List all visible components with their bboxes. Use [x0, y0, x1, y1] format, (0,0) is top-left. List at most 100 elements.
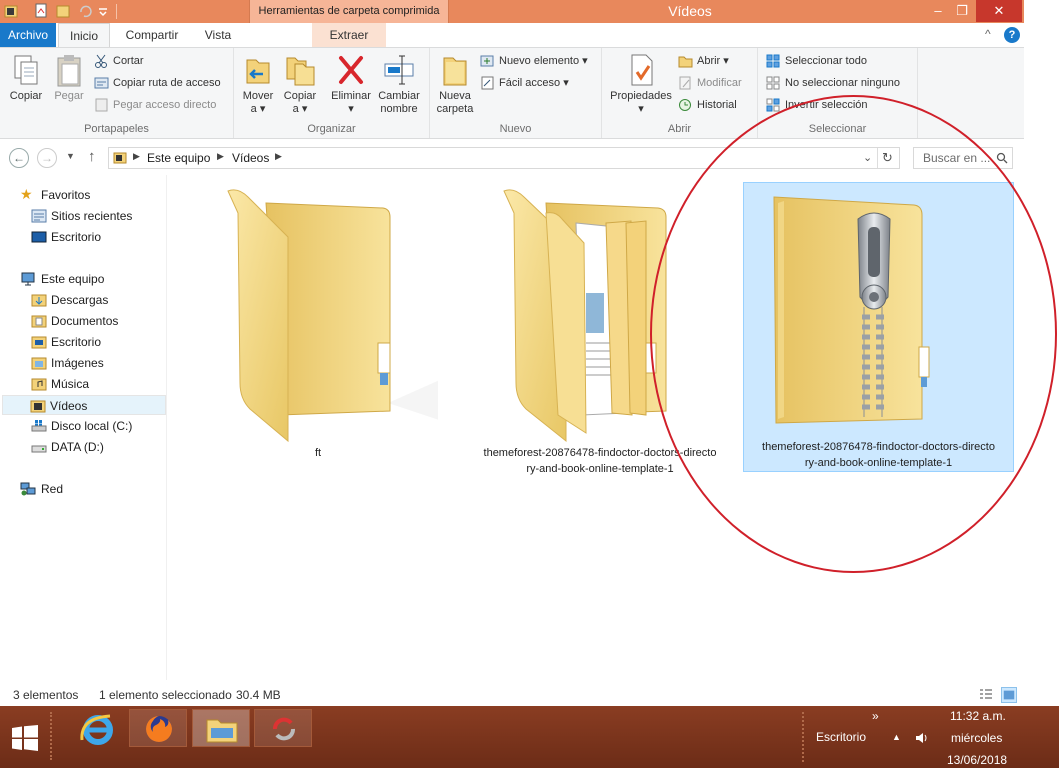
- new-folder-icon[interactable]: [56, 3, 70, 19]
- copy-button[interactable]: Copiar: [6, 52, 46, 103]
- select-group: Seleccionar todo No seleccionar ninguno …: [758, 48, 918, 138]
- invert-selection-button[interactable]: Invertir selección: [766, 96, 868, 114]
- easy-access-button[interactable]: Fácil acceso ▾: [480, 74, 569, 92]
- new-folder-label: Nueva: [439, 90, 471, 102]
- properties-icon[interactable]: [34, 3, 48, 19]
- breadcrumb-videos[interactable]: Vídeos: [232, 151, 269, 165]
- nav-network[interactable]: Red: [2, 479, 166, 499]
- up-arrow-icon[interactable]: ↑: [88, 148, 96, 165]
- delete-button[interactable]: Eliminar ▾: [330, 52, 372, 116]
- move-to-button[interactable]: Mover a ▾: [240, 52, 276, 116]
- firefox-button[interactable]: [129, 709, 187, 747]
- tray-overflow-icon[interactable]: ▲: [892, 732, 901, 742]
- tab-home[interactable]: Inicio: [58, 23, 110, 47]
- new-folder-icon: [443, 57, 467, 86]
- back-button[interactable]: ←: [9, 148, 29, 168]
- volume-icon[interactable]: [914, 730, 930, 746]
- history-button[interactable]: Historial: [678, 96, 737, 114]
- customize-qat-icon[interactable]: [96, 3, 110, 19]
- move-to-label-2: a: [250, 103, 257, 115]
- clock-day[interactable]: miércoles: [951, 731, 1002, 745]
- nav-data-disk[interactable]: DATA (D:): [2, 437, 166, 457]
- nav-favorites[interactable]: ★ Favoritos: [2, 185, 166, 205]
- nav-local-disk[interactable]: Disco local (C:): [2, 416, 166, 436]
- forward-button[interactable]: →: [37, 148, 57, 168]
- tab-file[interactable]: Archivo: [0, 23, 56, 47]
- search-input[interactable]: Buscar en ...: [913, 147, 1013, 169]
- address-bar[interactable]: ▶ Este equipo ▶ Vídeos ▶ ⌄ ↻: [108, 147, 900, 169]
- context-tab-label: Herramientas de carpeta comprimida: [249, 0, 449, 23]
- tray-gripper: [802, 712, 806, 762]
- maximize-button[interactable]: ❐: [950, 0, 974, 22]
- clipboard-group: Copiar Pegar Cortar Copiar ruta de acces…: [0, 48, 234, 138]
- nav-downloads[interactable]: Descargas: [2, 290, 166, 310]
- minimize-button[interactable]: –: [926, 0, 950, 22]
- file-item-selected[interactable]: themeforest-20876478-findoctor-doctors-d…: [743, 182, 1014, 472]
- nav-pictures[interactable]: Imágenes: [2, 353, 166, 373]
- nav-videos[interactable]: Vídeos: [2, 395, 166, 415]
- documents-folder-icon: [31, 315, 47, 328]
- copy-path-label: Copiar ruta de acceso: [113, 77, 221, 89]
- open-group-label: Abrir: [667, 123, 692, 135]
- new-group-label: Nuevo: [499, 123, 532, 135]
- search-icon: [996, 152, 1008, 164]
- desktop-folder-icon: [31, 336, 47, 349]
- rename-button[interactable]: Cambiar nombre: [376, 52, 422, 116]
- undo-icon[interactable]: [78, 3, 92, 19]
- nav-music-label: Música: [51, 377, 90, 391]
- nav-this-pc[interactable]: Este equipo: [2, 269, 166, 289]
- collapse-ribbon-icon[interactable]: ^: [985, 27, 991, 41]
- paste-button[interactable]: Pegar: [50, 52, 88, 103]
- zip-folder-icon: [773, 196, 930, 424]
- edit-button[interactable]: Modificar: [678, 74, 742, 92]
- copy-path-button[interactable]: Copiar ruta de acceso: [94, 74, 221, 92]
- toolbar-chevron[interactable]: »: [872, 709, 879, 723]
- tab-view[interactable]: Vista: [196, 23, 240, 47]
- select-all-button[interactable]: Seleccionar todo: [766, 52, 867, 70]
- help-icon[interactable]: ?: [1004, 27, 1020, 43]
- new-item-button[interactable]: Nuevo elemento ▾: [480, 52, 588, 70]
- music-folder-icon: [31, 378, 47, 391]
- paste-shortcut-icon: [95, 98, 108, 112]
- nav-desktop-fav[interactable]: Escritorio: [2, 227, 166, 247]
- nav-music[interactable]: Música: [2, 374, 166, 394]
- new-folder-label-2: carpeta: [436, 103, 474, 115]
- file-item[interactable]: themeforest-20876478-findoctor-doctors-d…: [466, 181, 734, 477]
- nav-videos-label: Vídeos: [50, 399, 88, 413]
- app-button[interactable]: [254, 709, 312, 747]
- nav-documents[interactable]: Documentos: [2, 311, 166, 331]
- windows-start-icon[interactable]: [12, 725, 38, 751]
- new-folder-button[interactable]: Nueva carpeta: [434, 52, 476, 116]
- nav-this-pc-label: Este equipo: [41, 272, 105, 286]
- cut-button[interactable]: Cortar: [94, 52, 144, 70]
- file-item[interactable]: ft: [198, 181, 438, 461]
- nav-documents-label: Documentos: [51, 314, 119, 328]
- recent-places-icon: [31, 209, 47, 223]
- clock-time[interactable]: 11:32 a.m.: [950, 709, 1006, 723]
- close-button[interactable]: ✕: [976, 0, 1022, 22]
- nav-desktop[interactable]: Escritorio: [2, 332, 166, 352]
- large-icons-view-icon[interactable]: [1001, 687, 1017, 703]
- properties-button[interactable]: Propiedades ▾: [608, 52, 674, 116]
- paste-shortcut-button[interactable]: Pegar acceso directo: [94, 96, 216, 114]
- recent-locations-icon[interactable]: ▼: [66, 151, 75, 161]
- file-explorer-button[interactable]: [192, 709, 250, 747]
- tab-extract[interactable]: Extraer: [312, 23, 386, 47]
- details-view-icon[interactable]: [979, 688, 993, 702]
- clock-date[interactable]: 13/06/2018: [947, 753, 1007, 767]
- select-none-button[interactable]: No seleccionar ninguno: [766, 74, 900, 92]
- refresh-icon[interactable]: ↻: [882, 150, 893, 166]
- internet-explorer-button[interactable]: [76, 708, 120, 752]
- nav-recent[interactable]: Sitios recientes: [2, 206, 166, 226]
- desktop-toolbar-label[interactable]: Escritorio: [816, 730, 866, 744]
- tab-share[interactable]: Compartir: [118, 23, 186, 47]
- folder-icon: [503, 189, 667, 443]
- file-name-line2: ry-and-book-online-template-1: [526, 463, 674, 475]
- open-button[interactable]: Abrir ▾: [678, 52, 729, 70]
- copy-to-button[interactable]: Copiar a ▾: [282, 52, 318, 116]
- folder-video-icon[interactable]: [4, 3, 18, 19]
- select-group-label: Seleccionar: [808, 123, 867, 135]
- address-dropdown-icon[interactable]: ⌄: [863, 151, 872, 164]
- nav-pictures-label: Imágenes: [51, 356, 104, 370]
- breadcrumb-this-pc[interactable]: Este equipo: [147, 151, 210, 165]
